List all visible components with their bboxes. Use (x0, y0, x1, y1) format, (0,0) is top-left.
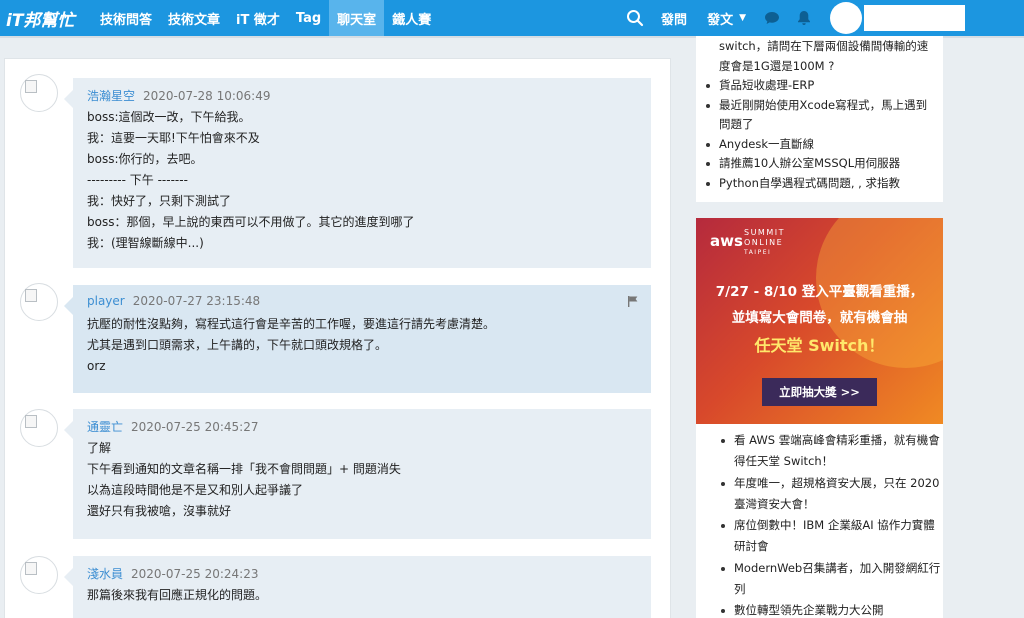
sidebar-link[interactable]: 得任天堂 Switch！ (696, 451, 943, 472)
sidebar-link[interactable]: 貨品短收處理-ERP (704, 76, 935, 96)
sidebar-question-list: switch，請問在下層兩個設備間傳輸的速 度會是1G還是100M ? 貨品短收… (696, 36, 943, 202)
avatar[interactable] (20, 409, 58, 447)
sidebar-event-list: 看 AWS 雲端高峰會精彩重播，就有機會 得任天堂 Switch！ 年度唯一，超… (696, 424, 943, 618)
sidebar-link[interactable]: 席位倒數中！IBM 企業級AI 協作力實體 (696, 515, 943, 536)
ad-summit-label: SUMMIT ONLINE TAIPEI (744, 228, 785, 258)
caret-down-icon: ▼ (739, 13, 746, 23)
sidebar-link[interactable]: 年度唯一，超規格資安大展，只在 2020 (696, 473, 943, 494)
ad-summit-line: SUMMIT (744, 228, 785, 237)
flag-icon[interactable] (627, 295, 639, 307)
message-author[interactable]: player (87, 294, 125, 308)
message-bubble: 淺水員 2020-07-25 20:24:23 那篇後來我有回應正規化的問題。 (64, 556, 651, 618)
message-line: 我：(理智線斷線中...) (87, 236, 204, 250)
message-line: 我：這要一天耶!下午怕會來不及 (87, 131, 260, 145)
bell-icon[interactable] (788, 0, 820, 36)
user-name-box[interactable] (864, 5, 965, 31)
ad-summit-line: TAIPEI (744, 249, 772, 256)
user-avatar[interactable] (830, 2, 862, 34)
message-line: 我：快好了，只剩下測試了 (87, 194, 232, 208)
search-icon[interactable] (619, 0, 651, 36)
message-time: 2020-07-25 20:45:27 (131, 420, 259, 434)
message-time: 2020-07-28 10:06:49 (143, 89, 271, 103)
aws-logo: aws (710, 232, 743, 250)
ad-cta-button[interactable]: 立即抽大獎 >> (762, 378, 877, 406)
message-line: 還好只有我被嗆，沒事就好 (87, 504, 232, 518)
sidebar-link[interactable]: 最近剛開始使用Xcode寫程式，馬上遇到 (704, 96, 935, 116)
message-bubble: 浩瀚星空 2020-07-28 10:06:49 boss:這個改一改，下午給我… (64, 78, 651, 268)
message-line: 那篇後來我有回應正規化的問題。 (87, 588, 268, 602)
message-author[interactable]: 淺水員 (87, 565, 123, 582)
sidebar-link[interactable]: 臺灣資安大會！ (696, 494, 943, 515)
message-line: --------- 下午 ------- (87, 173, 188, 187)
nav-item-articles[interactable]: 技術文章 (160, 0, 228, 36)
nav-item-tag[interactable]: Tag (288, 0, 329, 36)
post-dropdown-label: 發文 (707, 12, 734, 28)
chat-icon[interactable] (756, 0, 788, 36)
nav-item-qa[interactable]: 技術問答 (92, 0, 160, 36)
ad-headline: 7/27 - 8/10 登入平臺觀看重播， (715, 284, 924, 300)
message-line: boss:這個改一改，下午給我。 (87, 110, 251, 124)
message-author[interactable]: 通靈亡 (87, 418, 123, 435)
sidebar-link[interactable]: 列 (696, 579, 943, 600)
post-dropdown[interactable]: 發文 ▼ (697, 0, 756, 36)
message-time: 2020-07-25 20:24:23 (131, 567, 259, 581)
ad-subheadline: 並填寫大會問卷，就有機會抽 (731, 310, 908, 326)
site-logo[interactable]: iT邦幫忙 (0, 0, 92, 36)
message-author[interactable]: 浩瀚星空 (87, 87, 135, 104)
aws-summit-ad-banner[interactable]: aws SUMMIT ONLINE TAIPEI 7/27 - 8/10 登入平… (696, 218, 943, 424)
message-line: 以為這段時間他是不是又和別人起爭議了 (87, 483, 304, 497)
message-line: boss:你行的，去吧。 (87, 152, 203, 166)
sidebar-link[interactable]: 問題了 (704, 115, 935, 135)
ad-summit-line: ONLINE (744, 238, 784, 247)
sidebar-link[interactable]: ModernWeb召集講者，加入開發網紅行 (696, 558, 943, 579)
sidebar-link[interactable]: Python自學遇程式碼問題, , 求指教 (704, 174, 935, 194)
message-line: 抗壓的耐性沒點夠，寫程式這行會是辛苦的工作喔，要進這行請先考慮清楚。 (87, 317, 496, 331)
message-bubble: player 2020-07-27 23:15:48 抗壓的耐性沒點夠，寫程式這… (64, 285, 651, 393)
sidebar-link[interactable]: 請推薦10人辦公室MSSQL用伺服器 (704, 154, 935, 174)
nav-item-ironman[interactable]: 鐵人賽 (384, 0, 439, 36)
sidebar-link[interactable]: Anydesk一直斷線 (704, 135, 935, 155)
message-line: 下午看到通知的文章名稱一排「我不會問問題」+ 問題消失 (87, 462, 401, 476)
sidebar-link[interactable]: 度會是1G還是100M ? (704, 57, 935, 77)
nav-item-chatroom[interactable]: 聊天室 (329, 0, 385, 36)
message-line: orz (87, 359, 106, 373)
nav-item-jobs[interactable]: iT 徵才 (228, 0, 288, 36)
avatar[interactable] (20, 74, 58, 112)
sidebar-link[interactable]: switch，請問在下層兩個設備間傳輸的速 (704, 37, 935, 57)
sidebar-link[interactable]: 數位轉型領先企業戰力大公開 (696, 600, 943, 618)
avatar[interactable] (20, 556, 58, 594)
avatar[interactable] (20, 283, 58, 321)
message-line: 了解 (87, 441, 112, 455)
ask-question-button[interactable]: 發問 (651, 0, 697, 36)
ad-prize: 任天堂 Switch！ (754, 336, 885, 355)
message-time: 2020-07-27 23:15:48 (132, 294, 261, 308)
message-line: boss：那個，早上說的東西可以不用做了。其它的進度到哪了 (87, 215, 415, 229)
message-bubble: 通靈亡 2020-07-25 20:45:27 了解 下午看到通知的文章名稱一排… (64, 409, 651, 539)
sidebar-link[interactable]: 看 AWS 雲端高峰會精彩重播，就有機會 (696, 430, 943, 451)
sidebar-link[interactable]: 研討會 (696, 536, 943, 557)
top-navbar: iT邦幫忙 技術問答 技術文章 iT 徵才 Tag 聊天室 鐵人賽 發問 發文 … (0, 0, 1024, 36)
message-line: 尤其是遇到口頭需求，上午講的，下午就口頭改規格了。 (87, 338, 388, 352)
